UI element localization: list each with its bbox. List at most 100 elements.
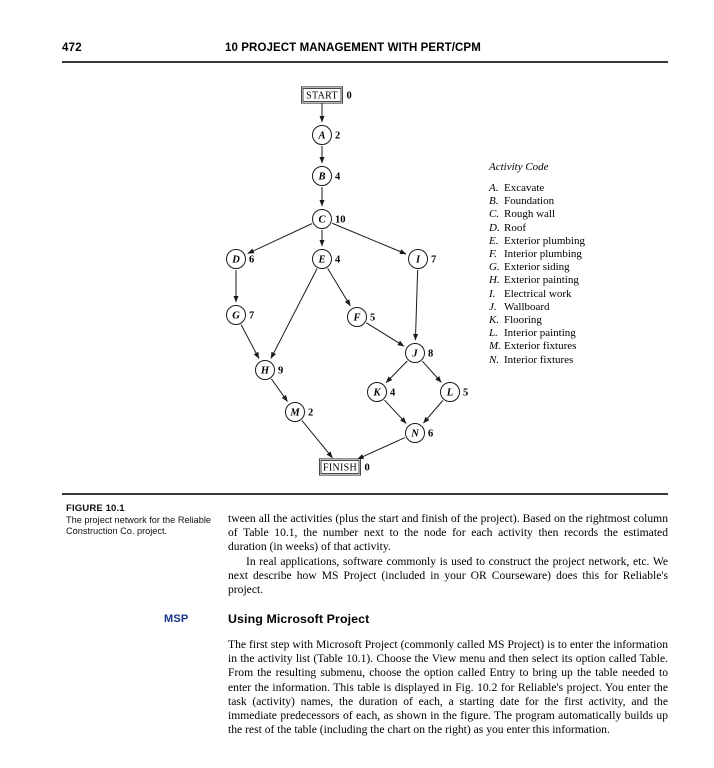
activity-code-key: L. [489, 327, 498, 340]
diagram-node-FINISH: FINISH 0 [318, 458, 370, 476]
body-text: tween all the activities (plus the start… [228, 512, 668, 597]
activity-code-key: C. [489, 208, 500, 221]
activity-code-label: Interior fixtures [504, 353, 574, 366]
activity-code-label: Exterior fixtures [504, 340, 577, 353]
activity-code-key: G. [489, 261, 500, 274]
figure-caption: FIGURE 10.1 The project network for the … [66, 503, 216, 538]
activity-code-row: I. Electrical work [489, 288, 664, 301]
diagram-edge-layer [233, 103, 444, 460]
diagram-edge-H-to-M [270, 378, 288, 402]
activity-code-label: Foundation [504, 195, 555, 208]
diagram-node-C: C 10 [312, 209, 346, 229]
node-label: B [317, 172, 325, 183]
node-label: D [231, 255, 240, 266]
activity-code-label: Exterior siding [504, 261, 570, 274]
node-label: G [232, 311, 240, 322]
activity-code-row: B. Foundation [489, 195, 664, 208]
node-duration: 2 [308, 408, 313, 419]
node-duration: 5 [463, 388, 468, 399]
activity-code-label: Wallboard [504, 300, 550, 313]
activity-code-row: E. Exterior plumbing [489, 235, 664, 248]
msp-margin-tag: MSP [164, 613, 189, 625]
activity-code-key: K. [489, 314, 500, 327]
diagram-node-G: G7 [226, 305, 254, 325]
node-duration: 7 [249, 311, 254, 322]
activity-code-label: Interior painting [504, 327, 576, 340]
node-label: FINISH [323, 462, 357, 473]
activity-code-label: Interior plumbing [504, 248, 582, 261]
activity-code-label: Exterior painting [504, 274, 579, 287]
diagram-node-START: START 0 [301, 86, 352, 104]
node-duration: 10 [335, 215, 346, 226]
closing-text: The first step with Microsoft Project (c… [228, 638, 668, 737]
activity-code-label: Exterior plumbing [504, 234, 585, 247]
node-duration: 5 [370, 313, 375, 324]
node-duration: 0 [365, 463, 370, 474]
node-label: K [372, 388, 381, 399]
node-label: A [317, 131, 325, 142]
activity-code-row: A. Excavate [489, 182, 664, 195]
activity-code-key: B. [489, 195, 499, 208]
node-duration: 4 [335, 255, 341, 266]
activity-code-row: D. Roof [489, 222, 664, 235]
diagram-node-L: L5 [440, 382, 468, 402]
diagram-node-I: I7 [408, 249, 436, 269]
diagram-node-B: B4 [312, 166, 341, 186]
diagram-node-N: N6 [405, 423, 433, 443]
header-divider [62, 61, 668, 63]
node-duration: 4 [335, 172, 341, 183]
activity-code-list: A. Excavate B. Foundation C. Rough wall D. Roof… [489, 182, 664, 367]
activity-code-key: N. [489, 353, 500, 366]
activity-code-key: H. [489, 274, 500, 287]
diagram-node-K: K4 [367, 382, 396, 402]
activity-code-key: E. [489, 234, 499, 247]
diagram-node-H: H9 [255, 360, 283, 380]
activity-code-key: A. [489, 182, 499, 194]
activity-code-key: D. [489, 221, 500, 234]
diagram-edge-I-to-J [413, 269, 419, 341]
node-label: E [317, 255, 325, 266]
section-heading: Using Microsoft Project [228, 612, 370, 626]
node-duration: 9 [278, 366, 283, 377]
figure-caption-text: The project network for the Reliable Con… [66, 514, 212, 537]
diagram-edge-N-to-FINISH [357, 437, 406, 460]
diagram-edge-E-to-H [270, 268, 318, 359]
chapter-title: 10 PROJECT MANAGEMENT WITH PERT/CPM [225, 42, 481, 54]
diagram-node-J: J8 [405, 343, 433, 363]
activity-code-row: L. Interior painting [489, 327, 664, 340]
activity-code-key: I. [489, 287, 496, 300]
activity-code-key: F. [489, 248, 498, 261]
activity-code-label: Electrical work [504, 287, 572, 300]
node-duration: 6 [249, 255, 254, 266]
node-duration: 8 [428, 349, 433, 360]
activity-code-row: H. Exterior painting [489, 274, 664, 287]
project-network-diagram: START 0A 2B 4C 10D 6 E 4 I 7G 7 F 5J 8H 9K 4 L 5M 2N 6FINIS… [226, 86, 468, 476]
node-label: L [446, 388, 453, 399]
node-label: H [260, 366, 270, 377]
figure-number: FIGURE 10.1 [66, 503, 125, 514]
diagram-node-E: E4 [312, 249, 341, 269]
body-paragraph-2: In real applications, software commonly … [228, 554, 668, 597]
figure-block: START 0 A 2 B 4 C 10 D 6 E 4 I 7 G 7 F 5 J 8 H 9 K 4 L 5 M 2 N 6 FINIS… [0, 72, 714, 536]
activity-code-label: Rough wall [504, 208, 556, 221]
activity-code-row: F. Interior plumbing [489, 248, 664, 261]
activity-code-label: Excavate [504, 182, 545, 194]
activity-code-row: J. Wallboard [489, 301, 664, 314]
activity-code-row: C. Rough wall [489, 208, 664, 221]
activity-code-legend: Activity Code A. Excavate B. Foundation C. Ro… [489, 161, 664, 367]
node-label: C [318, 215, 326, 226]
diagram-node-A: A2 [312, 125, 340, 145]
node-label: N [410, 429, 419, 440]
activity-code-label: Roof [504, 221, 526, 234]
activity-code-title: Activity Code [489, 161, 549, 173]
diagram-node-M: M2 [285, 402, 313, 422]
node-duration: 6 [428, 429, 433, 440]
diagram-edge-J-to-L [421, 360, 442, 383]
node-label: F [352, 313, 360, 324]
section-divider [62, 493, 668, 495]
node-label: J [411, 349, 418, 360]
activity-code-key: M. [489, 340, 501, 353]
node-label: START [306, 90, 338, 101]
section-paragraph: The first step with Microsoft Project (c… [228, 638, 668, 737]
node-duration: 0 [347, 91, 352, 102]
